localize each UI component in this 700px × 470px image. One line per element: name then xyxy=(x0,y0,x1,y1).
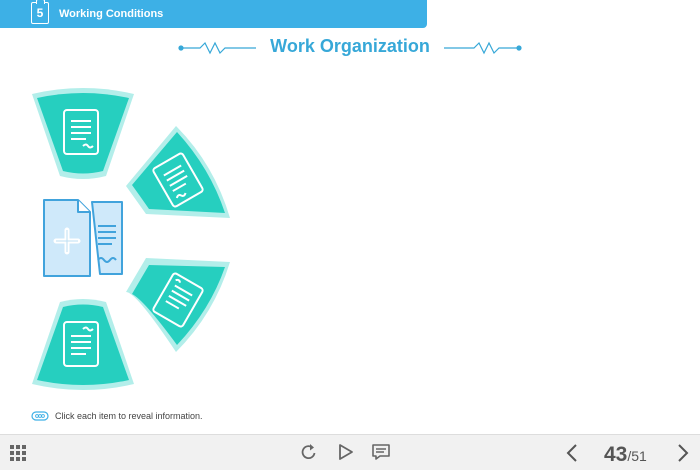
title-area: Work Organization xyxy=(0,34,700,62)
header-bar: 5 Working Conditions xyxy=(0,0,427,28)
document-tab-4[interactable] xyxy=(28,296,138,392)
player-controls: 43/51 xyxy=(0,434,700,470)
replay-icon[interactable] xyxy=(300,443,318,461)
document-icon xyxy=(32,299,134,390)
grid-menu-icon[interactable] xyxy=(10,445,26,461)
chevron-right-icon[interactable] xyxy=(677,444,689,462)
page-counter: 43/51 xyxy=(604,443,647,467)
add-document-icon xyxy=(40,198,126,285)
page-title: Work Organization xyxy=(270,36,430,56)
chapter-title: Working Conditions xyxy=(59,8,164,20)
current-page: 43 xyxy=(604,443,628,466)
slide-stage: 5 Working Conditions Work Organization C… xyxy=(0,0,700,434)
total-pages: /51 xyxy=(627,448,647,464)
notes-icon[interactable] xyxy=(372,443,390,461)
play-icon[interactable] xyxy=(338,443,354,461)
chapter-number: 5 xyxy=(36,6,44,20)
title-right-decoration xyxy=(444,41,522,55)
document-icon xyxy=(126,126,230,218)
document-icon xyxy=(126,258,230,352)
chevron-left-icon[interactable] xyxy=(566,444,578,462)
link-icon xyxy=(31,411,49,421)
document-tab-3[interactable] xyxy=(122,252,234,356)
chapter-badge: 5 xyxy=(31,0,49,24)
document-tab-2[interactable] xyxy=(122,122,234,226)
hint-text: Click each item to reveal information. xyxy=(55,411,203,421)
